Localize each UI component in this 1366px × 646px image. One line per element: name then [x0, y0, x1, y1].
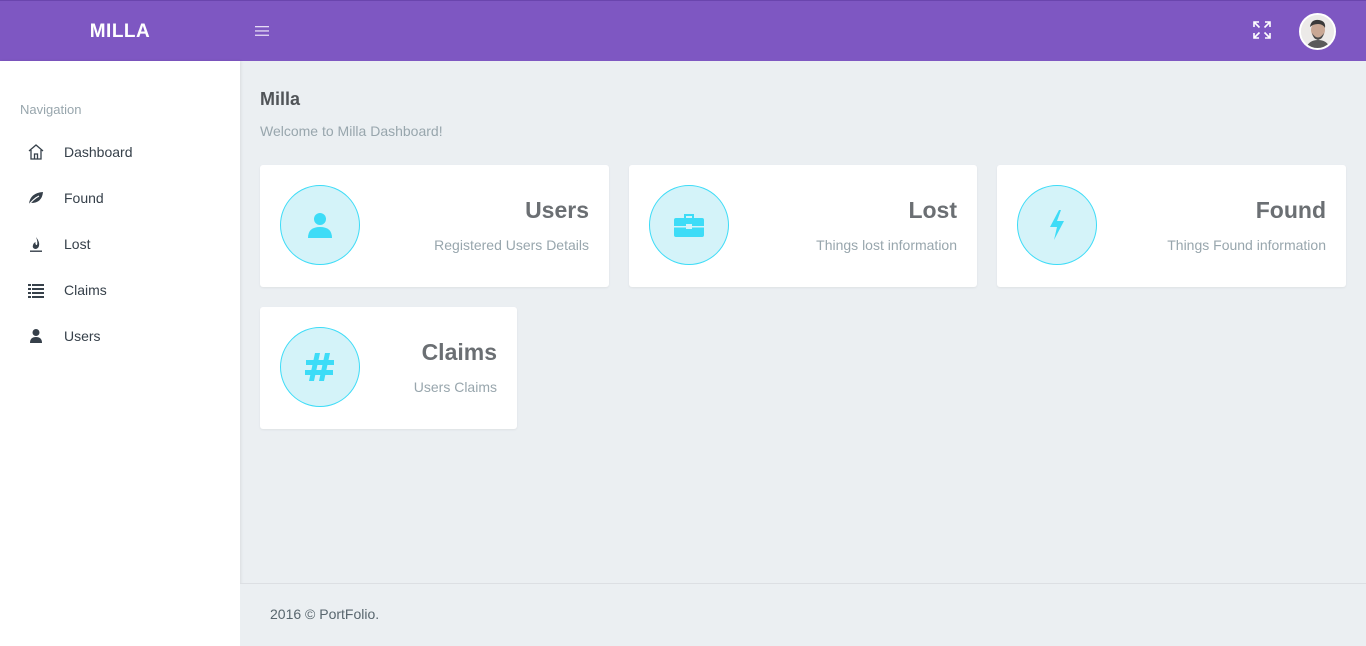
brand-logo[interactable]: MILLA	[0, 1, 240, 62]
sidebar-item-label: Dashboard	[64, 144, 133, 160]
hamburger-icon	[255, 26, 269, 36]
sidebar-item-users[interactable]: Users	[0, 313, 240, 359]
card-lost[interactable]: Lost Things lost information	[629, 165, 977, 287]
fullscreen-button[interactable]	[1250, 18, 1274, 42]
menu-toggle-button[interactable]	[252, 21, 272, 41]
avatar-image	[1301, 15, 1334, 48]
card-description: Things Found information	[1167, 237, 1326, 253]
card-icon-circle	[280, 327, 360, 407]
topbar: MILLA	[0, 0, 1366, 61]
footer: 2016 © PortFolio.	[240, 583, 1366, 646]
footer-text: 2016 © PortFolio.	[270, 606, 380, 622]
briefcase-icon	[674, 214, 704, 237]
user-avatar[interactable]	[1299, 13, 1336, 50]
card-title: Found	[1255, 197, 1326, 223]
sidebar-item-label: Users	[64, 328, 101, 344]
leaf-icon	[26, 188, 46, 208]
nav-heading: Navigation	[20, 102, 82, 117]
card-description: Users Claims	[413, 379, 497, 395]
page-title: Milla	[260, 89, 301, 109]
user-icon	[26, 326, 46, 346]
fullscreen-icon	[1253, 21, 1271, 39]
user-icon	[308, 213, 332, 238]
card-title: Claims	[421, 339, 497, 365]
card-title: Users	[525, 197, 589, 223]
card-claims[interactable]: Claims Users Claims	[260, 307, 517, 429]
sidebar-item-label: Found	[64, 190, 104, 206]
card-icon-circle	[1017, 185, 1097, 265]
hash-icon	[305, 353, 334, 381]
card-icon-circle	[280, 185, 360, 265]
nav-list: Dashboard Found Lost Claims Users	[0, 129, 240, 359]
sidebar-item-lost[interactable]: Lost	[0, 221, 240, 267]
sidebar: Navigation Dashboard Found Lost Claims U…	[0, 61, 240, 646]
bolt-icon	[1050, 210, 1064, 240]
fire-icon	[26, 234, 46, 254]
card-icon-circle	[649, 185, 729, 265]
sidebar-item-found[interactable]: Found	[0, 175, 240, 221]
sidebar-item-label: Lost	[64, 236, 91, 252]
sidebar-item-dashboard[interactable]: Dashboard	[0, 129, 240, 175]
page-subtitle: Welcome to Milla Dashboard!	[260, 123, 443, 139]
home-icon	[26, 142, 46, 162]
list-icon	[26, 280, 46, 300]
card-title: Lost	[908, 197, 957, 223]
card-found[interactable]: Found Things Found information	[997, 165, 1346, 287]
sidebar-item-claims[interactable]: Claims	[0, 267, 240, 313]
sidebar-item-label: Claims	[64, 282, 107, 298]
card-description: Things lost information	[816, 237, 957, 253]
card-description: Registered Users Details	[434, 237, 589, 253]
card-users[interactable]: Users Registered Users Details	[260, 165, 609, 287]
